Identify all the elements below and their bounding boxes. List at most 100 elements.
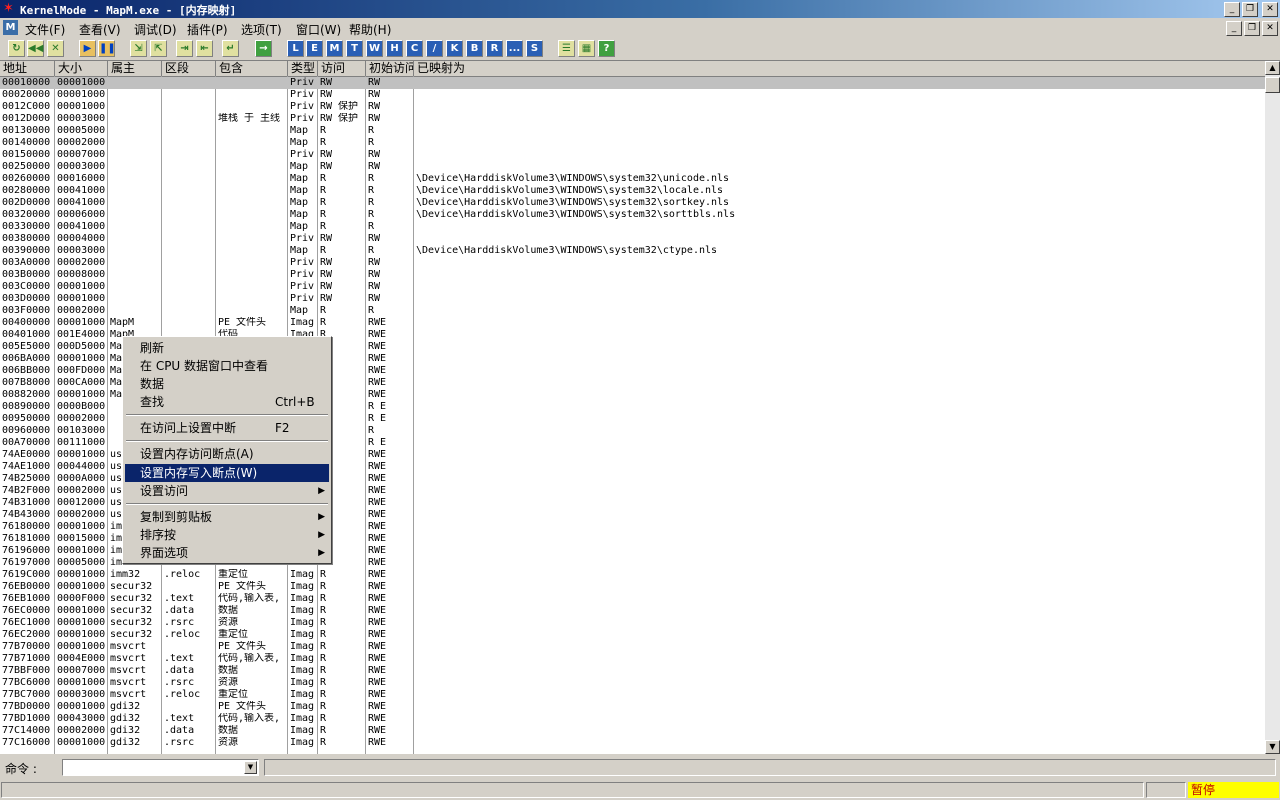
table-row[interactable]: 77BC7000 00003000 msvcrt .reloc 重定位 Imag R RWE bbox=[0, 689, 1265, 701]
menu-item-view-in-cpu-dump[interactable]: 在 CPU 数据窗口中查看 bbox=[125, 357, 329, 375]
menu-plugins[interactable]: 插件(P) bbox=[187, 21, 228, 38]
col-contains[interactable]: 包含 bbox=[216, 61, 288, 76]
table-row[interactable]: 77BC6000 00001000 msvcrt .rsrc 资源 Imag R RWE bbox=[0, 677, 1265, 689]
menu-item-appearance[interactable]: 界面选项 ▶ bbox=[125, 544, 329, 562]
table-row[interactable]: 0012C000 00001000 Priv RW 保护 RW bbox=[0, 101, 1265, 113]
table-row-selected[interactable]: 00010000 00001000 Priv RW RW bbox=[0, 77, 1265, 89]
menu-item-refresh[interactable]: 刷新 bbox=[125, 339, 329, 357]
menu-item-memory-write-breakpoint[interactable]: 设置内存写入断点(W) bbox=[125, 464, 329, 482]
scroll-down-icon[interactable]: ▼ bbox=[1265, 740, 1280, 754]
col-size[interactable]: 大小 bbox=[55, 61, 108, 76]
menu-window[interactable]: 窗口(W) bbox=[296, 21, 341, 38]
table-row[interactable]: 77BBF000 00007000 msvcrt .data 数据 Imag R RWE bbox=[0, 665, 1265, 677]
table-row[interactable]: 76EC2000 00001000 secur32 .reloc 重定位 Imag R RWE bbox=[0, 629, 1265, 641]
step-over-icon[interactable]: ⇱ bbox=[150, 40, 167, 57]
menu-item-memory-access-breakpoint[interactable]: 设置内存访问断点(A) bbox=[125, 445, 329, 463]
col-initial-access[interactable]: 初始访问 bbox=[366, 61, 414, 76]
windows-window-icon[interactable]: W bbox=[366, 40, 383, 57]
scroll-thumb[interactable] bbox=[1265, 77, 1280, 93]
col-section[interactable]: 区段 bbox=[162, 61, 216, 76]
col-address[interactable]: 地址 bbox=[0, 61, 55, 76]
col-access[interactable]: 访问 bbox=[318, 61, 366, 76]
mdi-minimize-button[interactable]: _ bbox=[1226, 21, 1242, 36]
modules-window-icon[interactable]: E bbox=[306, 40, 323, 57]
trace-into-icon[interactable]: ⇥ bbox=[176, 40, 193, 57]
table-row[interactable]: 003A0000 00002000 Priv RW RW bbox=[0, 257, 1265, 269]
table-row[interactable]: 00260000 00016000 Map R R \Device\HarddiskVol… bbox=[0, 173, 1265, 185]
execute-till-return-icon[interactable]: ↵ bbox=[222, 40, 239, 57]
minimize-button[interactable]: _ bbox=[1224, 2, 1240, 17]
menu-item-break-on-access[interactable]: 在访问上设置中断 F2 bbox=[125, 419, 329, 437]
memory-window-icon[interactable]: M bbox=[326, 40, 343, 57]
log-window-icon[interactable]: L bbox=[287, 40, 304, 57]
table-row[interactable]: 00130000 00005000 Map R R bbox=[0, 125, 1265, 137]
table-row[interactable]: 002D0000 00041000 Map R R \Device\HarddiskVol… bbox=[0, 197, 1265, 209]
table-row[interactable]: 76EB0000 00001000 secur32 PE 文件头 Imag R RWE bbox=[0, 581, 1265, 593]
patches-window-icon[interactable]: / bbox=[426, 40, 443, 57]
scroll-up-icon[interactable]: ▲ bbox=[1265, 61, 1280, 75]
table-row[interactable]: 00250000 00003000 Map RW RW bbox=[0, 161, 1265, 173]
open-icon[interactable]: ↻ bbox=[8, 40, 25, 57]
table-row[interactable]: 77B71000 0004E000 msvcrt .text 代码,输入表, Imag R R… bbox=[0, 653, 1265, 665]
menu-file[interactable]: 文件(F) bbox=[25, 21, 65, 38]
table-row[interactable]: 00020000 00001000 Priv RW RW bbox=[0, 89, 1265, 101]
run-trace-window-icon[interactable]: ... bbox=[506, 40, 523, 57]
table-row[interactable]: 003C0000 00001000 Priv RW RW bbox=[0, 281, 1265, 293]
menu-item-copy-to-clipboard[interactable]: 复制到剪贴板 ▶ bbox=[125, 508, 329, 526]
table-row[interactable]: 00320000 00006000 Map R R \Device\HarddiskVol… bbox=[0, 209, 1265, 221]
table-row[interactable]: 00150000 00007000 Priv RW RW bbox=[0, 149, 1265, 161]
table-row[interactable]: 00390000 00003000 Map R R \Device\HarddiskVol… bbox=[0, 245, 1265, 257]
command-input[interactable]: ▼ bbox=[62, 759, 259, 776]
restart-icon[interactable]: ◀◀ bbox=[27, 40, 44, 57]
menu-item-set-access[interactable]: 设置访问 ▶ bbox=[125, 482, 329, 500]
trace-over-icon[interactable]: ⇤ bbox=[196, 40, 213, 57]
menu-view[interactable]: 查看(V) bbox=[79, 21, 121, 38]
close-process-icon[interactable]: ✕ bbox=[47, 40, 64, 57]
source-window-icon[interactable]: S bbox=[526, 40, 543, 57]
table-row[interactable]: 77C14000 00002000 gdi32 .data 数据 Imag R RWE bbox=[0, 725, 1265, 737]
table-row[interactable]: 00330000 00041000 Map R R bbox=[0, 221, 1265, 233]
table-row[interactable]: 76EB1000 0000F000 secur32 .text 代码,输入表, Imag R… bbox=[0, 593, 1265, 605]
table-row[interactable]: 77C16000 00001000 gdi32 .rsrc 资源 Imag R RWE bbox=[0, 737, 1265, 749]
table-row[interactable]: 00280000 00041000 Map R R \Device\HarddiskVol… bbox=[0, 185, 1265, 197]
dropdown-arrow-icon[interactable]: ▼ bbox=[244, 761, 257, 774]
menu-item-dump[interactable]: 数据 bbox=[125, 375, 329, 393]
table-row[interactable]: 76EC1000 00001000 secur32 .rsrc 资源 Imag R RWE bbox=[0, 617, 1265, 629]
call-stack-window-icon[interactable]: K bbox=[446, 40, 463, 57]
col-owner[interactable]: 属主 bbox=[108, 61, 162, 76]
handles-window-icon[interactable]: H bbox=[386, 40, 403, 57]
table-row[interactable]: 00140000 00002000 Map R R bbox=[0, 137, 1265, 149]
pause-icon[interactable]: ❚❚ bbox=[98, 40, 116, 57]
step-into-icon[interactable]: ⇲ bbox=[130, 40, 147, 57]
cpu-window-icon[interactable]: C bbox=[406, 40, 423, 57]
options-icon[interactable]: ▦ bbox=[578, 40, 595, 57]
mdi-restore-button[interactable]: ❐ bbox=[1244, 21, 1260, 36]
threads-window-icon[interactable]: T bbox=[346, 40, 363, 57]
table-row[interactable]: 003D0000 00001000 Priv RW RW bbox=[0, 293, 1265, 305]
close-button[interactable]: ✕ bbox=[1262, 2, 1278, 17]
help-icon[interactable]: ? bbox=[598, 40, 615, 57]
table-row[interactable]: 77BD1000 00043000 gdi32 .text 代码,输入表, Imag R RW… bbox=[0, 713, 1265, 725]
table-row[interactable]: 77BD0000 00001000 gdi32 PE 文件头 Imag R RWE bbox=[0, 701, 1265, 713]
list-icon[interactable]: ☰ bbox=[558, 40, 575, 57]
menu-debug[interactable]: 调试(D) bbox=[134, 21, 177, 38]
table-row[interactable]: 003F0000 00002000 Map R R bbox=[0, 305, 1265, 317]
vertical-scrollbar[interactable]: ▲ ▼ bbox=[1265, 61, 1280, 754]
table-row[interactable]: 76EC0000 00001000 secur32 .data 数据 Imag R RWE bbox=[0, 605, 1265, 617]
maximize-button[interactable]: ❐ bbox=[1242, 2, 1258, 17]
menu-help[interactable]: 帮助(H) bbox=[349, 21, 391, 38]
table-row[interactable]: 77B70000 00001000 msvcrt PE 文件头 Imag R RWE bbox=[0, 641, 1265, 653]
mdi-close-button[interactable]: ✕ bbox=[1262, 21, 1278, 36]
mdi-child-icon[interactable]: M bbox=[3, 20, 18, 35]
table-row[interactable]: 7619C000 00001000 imm32 .reloc 重定位 Imag R RWE bbox=[0, 569, 1265, 581]
table-row[interactable]: 00400000 00001000 MapM PE 文件头 Imag R RWE bbox=[0, 317, 1265, 329]
goto-icon[interactable]: → bbox=[255, 40, 272, 57]
col-mapped-as[interactable]: 已映射为 bbox=[414, 61, 1265, 76]
menu-item-sort-by[interactable]: 排序按 ▶ bbox=[125, 526, 329, 544]
menu-options[interactable]: 选项(T) bbox=[241, 21, 282, 38]
table-row[interactable]: 0012D000 00003000 堆栈 于 主线 Priv RW 保护 RW bbox=[0, 113, 1265, 125]
table-row[interactable]: 003B0000 00008000 Priv RW RW bbox=[0, 269, 1265, 281]
breakpoints-window-icon[interactable]: B bbox=[466, 40, 483, 57]
table-row[interactable]: 00380000 00004000 Priv RW RW bbox=[0, 233, 1265, 245]
col-type[interactable]: 类型 bbox=[288, 61, 318, 76]
